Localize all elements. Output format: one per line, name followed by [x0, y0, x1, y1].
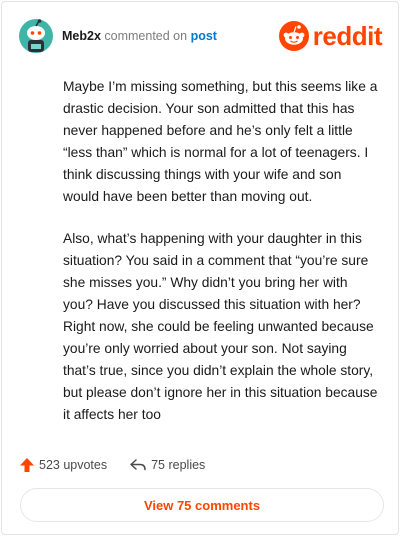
user-avatar-icon[interactable] [18, 18, 54, 54]
comment-card: Meb2x commented on post reddit Maybe I’m… [1, 1, 399, 535]
upvote-arrow-icon [20, 458, 34, 472]
reddit-wordmark: reddit [312, 21, 383, 51]
view-comments-button[interactable]: View 75 comments [20, 488, 384, 522]
upvote-count: 523 upvotes [39, 458, 108, 472]
replies-button[interactable]: 75 replies [129, 458, 205, 472]
comment-actions: 523 upvotes 75 replies [19, 454, 227, 476]
reddit-alien-icon [278, 21, 309, 51]
username[interactable]: Meb2x [62, 29, 101, 43]
comment-paragraph: Maybe I’m missing something, but this se… [63, 79, 378, 204]
post-link[interactable]: post [191, 29, 217, 43]
reply-arrow-icon [130, 459, 146, 471]
upvote-button[interactable]: 523 upvotes [19, 457, 107, 473]
comment-paragraph: Also, what’s happening with your daughte… [63, 231, 378, 422]
reddit-logo[interactable]: reddit [278, 21, 383, 51]
comment-header: Meb2x commented on post reddit [18, 16, 383, 56]
replies-count: 75 replies [151, 458, 206, 472]
comment-body: Maybe I’m missing something, but this se… [63, 76, 381, 446]
commented-on-text: commented on [104, 29, 188, 43]
comment-meta: Meb2x commented on post [62, 28, 217, 44]
